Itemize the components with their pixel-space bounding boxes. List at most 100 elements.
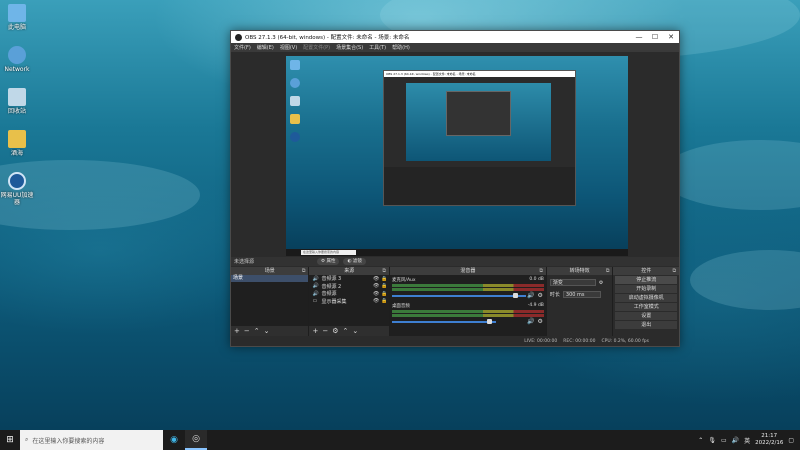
close-icon[interactable]: ✕ xyxy=(663,33,679,41)
visibility-eye-icon[interactable]: 👁 xyxy=(373,276,381,282)
desktop-icon-uu[interactable]: 网易UU加速器 xyxy=(0,172,36,206)
remove-icon[interactable]: − xyxy=(322,327,328,335)
notification-icon[interactable]: ▢ xyxy=(788,437,794,444)
move-down-icon[interactable]: ⌄ xyxy=(352,327,358,335)
desktop-icon-computer[interactable]: 此电脑 xyxy=(0,4,36,31)
speaker-icon[interactable]: 🔊 xyxy=(527,318,534,325)
volume-meter xyxy=(391,310,544,313)
obs-window[interactable]: OBS 27.1.3 (64-bit, windows) - 配置文件: 未命名… xyxy=(230,30,680,347)
mixer-channel: 麦克风/Aux 0.0 dB 🔊 ⚙ xyxy=(391,277,544,299)
obs-taskbar-icon[interactable]: ◎ xyxy=(185,430,207,450)
move-up-icon[interactable]: ⌃ xyxy=(254,327,260,335)
mixer-channel: 桌面音频 -4.9 dB 🔊 ⚙ xyxy=(391,303,544,325)
microphone-icon[interactable]: 🎙 xyxy=(708,437,716,444)
edge-browser-icon[interactable]: ◉ xyxy=(163,430,185,450)
visibility-eye-icon[interactable]: 👁 xyxy=(373,291,381,297)
gear-icon[interactable]: ⚙ xyxy=(538,318,543,325)
scenes-title: 场景 xyxy=(264,268,275,274)
preview-canvas[interactable]: OBS 27.1.3 (64-bit, windows) - 配置文件: 未命名… xyxy=(286,56,628,256)
lock-icon[interactable]: 🔒 xyxy=(381,291,389,297)
lock-icon[interactable]: 🔒 xyxy=(381,276,389,282)
menu-file[interactable]: 文件(F) xyxy=(234,44,251,51)
obs-titlebar[interactable]: OBS 27.1.3 (64-bit, windows) - 配置文件: 未命名… xyxy=(231,31,679,43)
desktop-icon-network[interactable]: Network xyxy=(0,46,36,73)
menu-help[interactable]: 帮助(H) xyxy=(392,44,410,51)
move-up-icon[interactable]: ⌃ xyxy=(343,327,349,335)
desktop-icon-app[interactable]: 酒海 xyxy=(0,130,36,157)
add-icon[interactable]: + xyxy=(312,327,318,335)
lock-icon[interactable]: 🔒 xyxy=(381,298,389,304)
scenes-footer: + − ⌃ ⌄ xyxy=(231,326,309,336)
add-icon[interactable]: + xyxy=(234,327,240,335)
volume-slider[interactable]: 🔊 ⚙ xyxy=(391,318,544,325)
slider-knob[interactable] xyxy=(486,319,492,324)
speaker-icon[interactable]: 🔊 xyxy=(732,437,739,444)
nested-obs-window: OBS 27.1.3 (64-bit, windows) - 配置文件: 未命名… xyxy=(383,70,576,206)
menu-tools[interactable]: 工具(T) xyxy=(369,44,386,51)
taskbar-clock[interactable]: 21:17 2022/2/16 xyxy=(755,433,783,447)
transitions-header: 转场特效 ⧉ xyxy=(546,267,613,275)
scene-item[interactable]: 场景 xyxy=(231,275,309,282)
gear-icon[interactable]: ⚙ xyxy=(332,327,338,335)
start-virtual-camera-button[interactable]: 启动虚拟摄像机 xyxy=(615,294,678,302)
remove-icon[interactable]: − xyxy=(244,327,250,335)
dock-undock-icon[interactable]: ⧉ xyxy=(672,267,676,275)
filters-button[interactable]: ◐ 滤镜 xyxy=(343,258,366,265)
dock-undock-icon[interactable]: ⧉ xyxy=(539,267,543,275)
dock-undock-icon[interactable]: ⧉ xyxy=(606,267,610,275)
nested-preview xyxy=(406,83,551,161)
sources-list[interactable]: 🔊 音频源 3 👁 🔒 🔊 音频源 2 👁 🔒 🔊 音频源 👁 🔒 ▭ 显示器采集 👁 🔒 xyxy=(309,275,389,326)
gear-icon[interactable]: ⚙ xyxy=(538,292,543,299)
duration-input[interactable]: 300 ms xyxy=(562,291,601,298)
slider-knob[interactable] xyxy=(512,293,518,298)
move-down-icon[interactable]: ⌄ xyxy=(264,327,270,335)
menu-view[interactable]: 视图(V) xyxy=(280,44,297,51)
start-recording-button[interactable]: 开始录制 xyxy=(615,285,678,293)
volume-slider[interactable]: 🔊 ⚙ xyxy=(391,292,544,299)
scenes-list[interactable]: 场景 xyxy=(231,275,309,326)
source-item[interactable]: 🔊 音频源 3 👁 🔒 xyxy=(309,275,388,283)
input-method-icon[interactable]: 英 xyxy=(744,436,750,445)
visibility-eye-icon[interactable]: 👁 xyxy=(373,298,381,304)
source-item[interactable]: 🔊 音频源 2 👁 🔒 xyxy=(309,283,388,291)
properties-button[interactable]: ⚙ 属性 xyxy=(317,258,340,265)
minimize-icon[interactable]: — xyxy=(631,33,647,41)
exit-button[interactable]: 退出 xyxy=(615,321,678,329)
taskbar: ⊞ ⌕ 在这里输入你要搜索的内容 ◉ ◎ ⌃ 🎙 ▭ 🔊 英 21:17 202… xyxy=(0,430,800,450)
source-toolbar: 未选择源 ⚙ 属性 ◐ 滤镜 xyxy=(231,257,679,266)
dock-undock-icon[interactable]: ⧉ xyxy=(302,267,306,275)
menu-profile[interactable]: 配置文件(P) xyxy=(303,44,330,51)
taskbar-search-box[interactable]: ⌕ 在这里输入你要搜索的内容 xyxy=(20,430,163,450)
rec-status: REC: 00:00:00 xyxy=(563,338,596,344)
channel-db: 0.0 dB xyxy=(529,277,544,282)
lock-icon[interactable]: 🔒 xyxy=(381,283,389,289)
sources-footer: + − ⚙ ⌃ ⌄ xyxy=(309,326,389,336)
start-windows-icon[interactable]: ⊞ xyxy=(0,430,20,450)
docks-area: 场景 ⧉ 场景 + − ⌃ ⌄ 来源 ⧉ 🔊 音频源 3 👁 🔒 🔊 音频源 2 👁 🔒 🔊 音 xyxy=(231,267,680,336)
network-icon xyxy=(8,46,26,64)
document-app-icon xyxy=(290,114,300,124)
speaker-icon[interactable]: 🔊 xyxy=(527,292,534,299)
studio-mode-button[interactable]: 工作室模式 xyxy=(615,303,678,311)
stop-streaming-button[interactable]: 停止推流 xyxy=(615,276,678,284)
maximize-icon[interactable]: ☐ xyxy=(647,33,663,41)
menu-edit[interactable]: 编辑(E) xyxy=(257,44,274,51)
chevron-up-icon[interactable]: ⌃ xyxy=(698,437,703,444)
source-item[interactable]: ▭ 显示器采集 👁 🔒 xyxy=(309,298,388,306)
dock-undock-icon[interactable]: ⧉ xyxy=(382,267,386,275)
mixer-header: 混音器 ⧉ xyxy=(389,267,546,275)
menu-bar: 文件(F) 编辑(E) 视图(V) 配置文件(P) 场景集合(S) 工具(T) … xyxy=(231,43,679,52)
mixer-body: 麦克风/Aux 0.0 dB 🔊 ⚙ 桌面音频 -4.9 dB 🔊 ⚙ xyxy=(389,275,546,336)
menu-scene-collection[interactable]: 场景集合(S) xyxy=(336,44,363,51)
transitions-title: 转场特效 xyxy=(569,268,590,274)
gear-icon[interactable]: ⚙ xyxy=(599,280,603,286)
transition-select[interactable]: 渐变 xyxy=(549,279,596,286)
volume-meter xyxy=(391,288,544,291)
desktop-icon-recycle-bin[interactable]: 回收站 xyxy=(0,88,36,115)
source-item[interactable]: 🔊 音频源 👁 🔒 xyxy=(309,290,388,298)
network-icon[interactable]: ▭ xyxy=(721,437,727,444)
controls-title: 控件 xyxy=(641,268,652,274)
obs-logo-icon xyxy=(235,33,242,41)
visibility-eye-icon[interactable]: 👁 xyxy=(373,283,381,289)
settings-button[interactable]: 设置 xyxy=(615,312,678,320)
